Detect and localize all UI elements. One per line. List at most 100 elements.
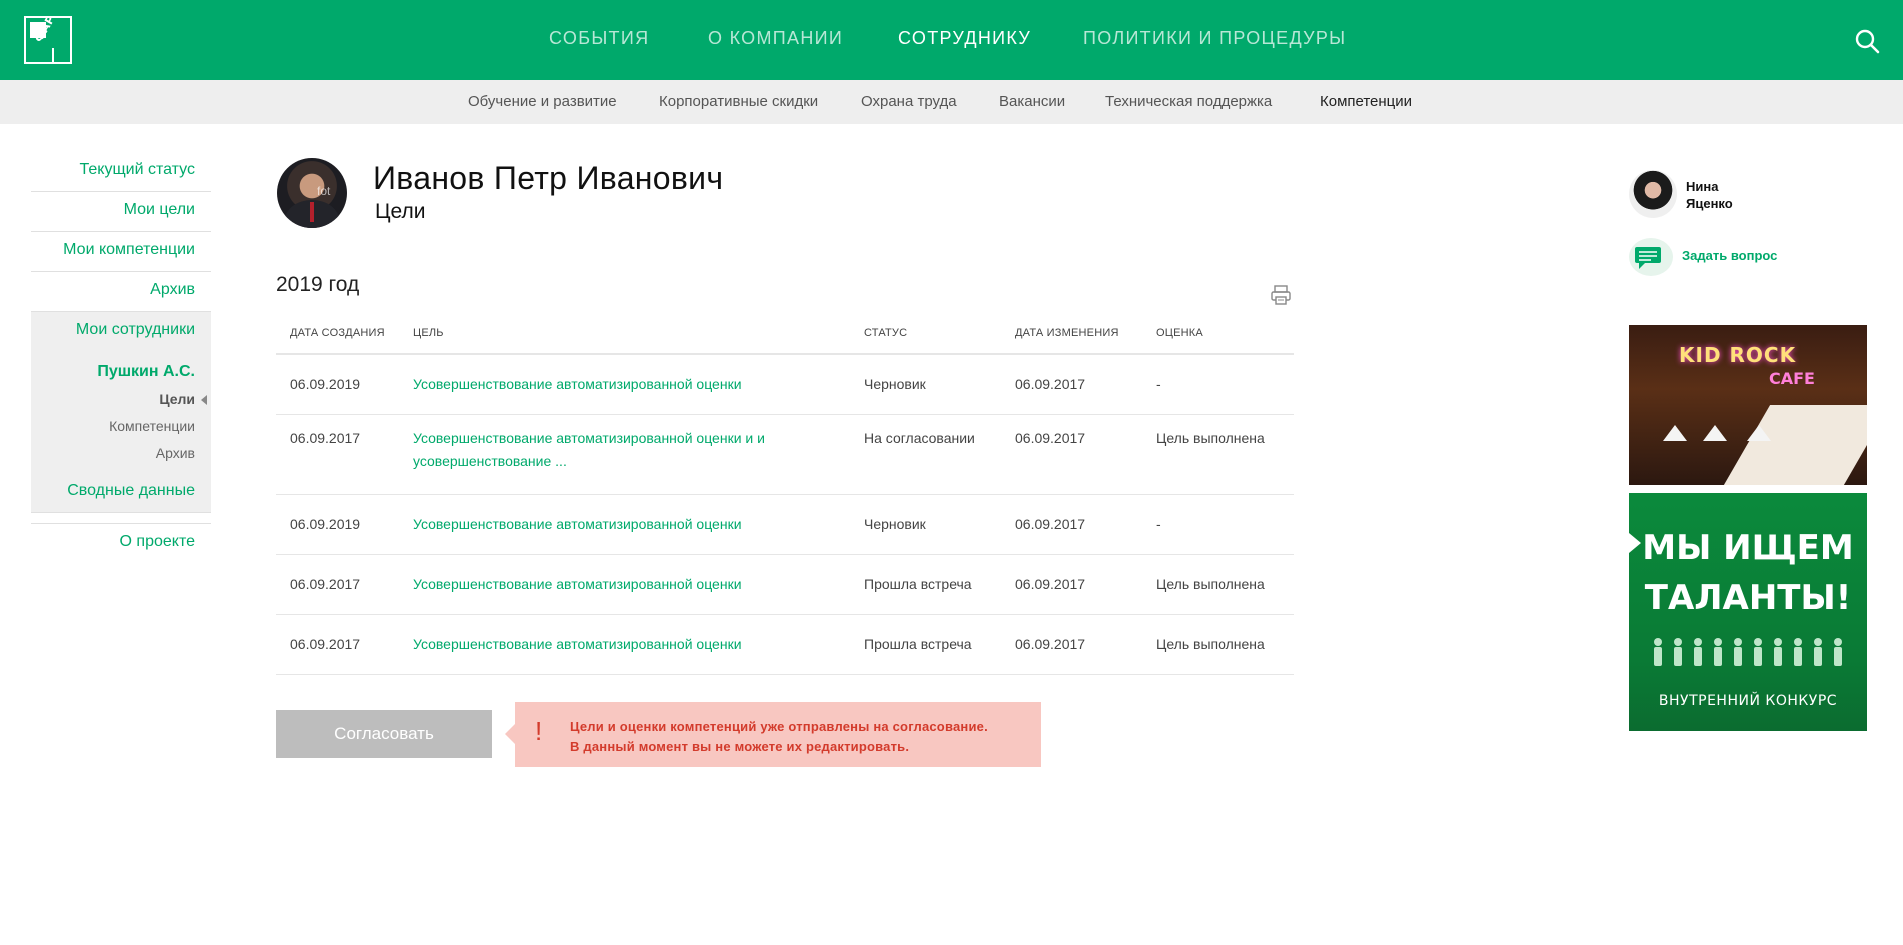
warning-line-1: Цели и оценки компетенций уже отправлены… xyxy=(570,719,988,734)
cell-score: Цель выполнена xyxy=(1156,614,1294,675)
cell-created: 06.09.2017 xyxy=(276,614,413,675)
year-heading: 2019 год xyxy=(276,273,360,296)
contact-avatar xyxy=(1629,170,1677,218)
cell-status: Прошла встреча xyxy=(864,554,1015,615)
cell-changed: 06.09.2017 xyxy=(1015,614,1156,675)
search-icon[interactable] xyxy=(1854,28,1880,54)
warning-icon: ! xyxy=(535,716,543,746)
subnav-item-support[interactable]: Техническая поддержка xyxy=(1105,93,1272,110)
nav-item-events[interactable]: СОБЫТИЯ xyxy=(549,28,649,49)
column-header-created[interactable]: ДАТА СОЗДАНИЯ xyxy=(276,312,413,355)
warning-alert: ! Цели и оценки компетенций уже отправле… xyxy=(505,702,1041,767)
goal-link[interactable]: Усовершенствование автоматизированной оц… xyxy=(413,513,783,535)
cafe-banner-shape xyxy=(1723,405,1867,485)
column-header-status[interactable]: СТАТУС xyxy=(864,312,1015,355)
sidebar-employee-goals-label: Цели xyxy=(159,391,195,407)
cell-created: 06.09.2017 xyxy=(276,554,413,615)
approve-button[interactable]: Согласовать xyxy=(276,710,492,758)
active-caret-icon xyxy=(201,395,207,406)
contact-first-name: Нина xyxy=(1686,179,1719,194)
table-row: 06.09.2017 Усовершенствование автоматизи… xyxy=(276,414,1294,495)
talent-banner[interactable]: МЫ ИЩЕМ ТАЛАНТЫ! ВНУТРЕННИЙ КОНКУРС xyxy=(1629,493,1867,731)
column-header-score[interactable]: ОЦЕНКА xyxy=(1156,312,1294,355)
page-title: Иванов Петр Иванович xyxy=(373,160,724,196)
column-header-changed[interactable]: ДАТА ИЗМЕНЕНИЯ xyxy=(1015,312,1156,355)
decor-star-icon xyxy=(1703,425,1727,441)
cell-changed: 06.09.2017 xyxy=(1015,414,1156,495)
sidebar-item-current-status[interactable]: Текущий статус xyxy=(31,152,211,192)
goal-link[interactable]: Усовершенствование автоматизированной оц… xyxy=(413,427,783,473)
nav-item-company[interactable]: О КОМПАНИИ xyxy=(708,28,843,49)
cell-goal: Усовершенствование автоматизированной оц… xyxy=(413,554,864,615)
sidebar-item-summary[interactable]: Сводные данные xyxy=(31,473,211,513)
goal-link[interactable]: Усовершенствование автоматизированной оц… xyxy=(413,573,783,595)
cell-changed: 06.09.2017 xyxy=(1015,554,1156,615)
cafe-banner[interactable]: KID ROCK CAFE xyxy=(1629,325,1867,485)
goal-link[interactable]: Усовершенствование автоматизированной оц… xyxy=(413,373,783,395)
goals-table: ДАТА СОЗДАНИЯ ЦЕЛЬ СТАТУС ДАТА ИЗМЕНЕНИЯ… xyxy=(276,312,1294,675)
cafe-banner-title: KID ROCK xyxy=(1679,343,1797,367)
sidebar-item-my-employees[interactable]: Мои сотрудники xyxy=(31,312,211,352)
cell-goal: Усовершенствование автоматизированной оц… xyxy=(413,494,864,555)
subnav-item-training[interactable]: Обучение и развитие xyxy=(468,93,617,110)
cell-goal: Усовершенствование автоматизированной оц… xyxy=(413,414,864,495)
nav-item-employee[interactable]: СОТРУДНИКУ xyxy=(898,28,1031,49)
people-icon xyxy=(1654,638,1842,666)
subnav-item-safety[interactable]: Охрана труда xyxy=(861,93,957,110)
cell-score: Цель выполнена xyxy=(1156,414,1294,495)
cell-status: Черновик xyxy=(864,494,1015,555)
sidebar-item-my-competencies[interactable]: Мои компетенции xyxy=(31,232,211,272)
sidebar-employee-archive[interactable]: Архив xyxy=(31,440,195,467)
sidebar: Текущий статус Мои цели Мои компетенции … xyxy=(31,152,211,563)
cell-status: Прошла встреча xyxy=(864,614,1015,675)
cell-changed: 06.09.2017 xyxy=(1015,494,1156,555)
employee-avatar: fot xyxy=(277,158,347,228)
subnav-item-discounts[interactable]: Корпоративные скидки xyxy=(659,93,818,110)
sidebar-employee-name[interactable]: Пушкин А.С. xyxy=(31,358,195,386)
chat-bubble-icon xyxy=(1635,247,1661,269)
decor-star-icon xyxy=(1747,425,1771,441)
talent-banner-title: МЫ ИЩЕМ ТАЛАНТЫ! xyxy=(1629,523,1867,623)
ask-question-link[interactable]: Задать вопрос xyxy=(1682,248,1777,263)
cell-goal: Усовершенствование автоматизированной оц… xyxy=(413,354,864,415)
contact-name: Нина Яценко xyxy=(1686,178,1733,212)
sidebar-item-my-goals[interactable]: Мои цели xyxy=(31,192,211,232)
sub-navigation-bar: Обучение и развитие Корпоративные скидки… xyxy=(0,80,1903,124)
sidebar-employee-competencies[interactable]: Компетенции xyxy=(31,413,195,440)
column-header-goal[interactable]: ЦЕЛЬ xyxy=(413,312,864,355)
top-navigation-bar: ФАРМ СОБЫТИЯ О КОМПАНИИ СОТРУДНИКУ ПОЛИТ… xyxy=(0,0,1903,80)
table-row: 06.09.2017 Усовершенствование автоматизи… xyxy=(276,554,1294,615)
nav-item-policies[interactable]: ПОЛИТИКИ И ПРОЦЕДУРЫ xyxy=(1083,28,1346,49)
cell-goal: Усовершенствование автоматизированной оц… xyxy=(413,614,864,675)
main-nav: СОБЫТИЯ О КОМПАНИИ СОТРУДНИКУ ПОЛИТИКИ И… xyxy=(0,0,1903,80)
avatar-tie xyxy=(310,202,314,222)
talent-banner-line-1: МЫ ИЩЕМ xyxy=(1642,528,1854,568)
cell-created: 06.09.2017 xyxy=(276,414,413,495)
cell-created: 06.09.2019 xyxy=(276,494,413,555)
cell-created: 06.09.2019 xyxy=(276,354,413,415)
subnav-item-competencies[interactable]: Компетенции xyxy=(1320,93,1412,110)
table-header-row: ДАТА СОЗДАНИЯ ЦЕЛЬ СТАТУС ДАТА ИЗМЕНЕНИЯ… xyxy=(276,312,1294,355)
sidebar-employee-goals[interactable]: Цели xyxy=(31,386,207,413)
table-row: 06.09.2019 Усовершенствование автоматизи… xyxy=(276,354,1294,415)
decor-star-icon xyxy=(1663,425,1687,441)
avatar-caption: fot xyxy=(317,184,331,198)
sidebar-employee-group: Пушкин А.С. Цели Компетенции Архив xyxy=(31,352,211,473)
page-subtitle: Цели xyxy=(375,200,426,223)
subnav-item-vacancies[interactable]: Вакансии xyxy=(999,93,1065,110)
cell-changed: 06.09.2017 xyxy=(1015,354,1156,415)
table-row: 06.09.2019 Усовершенствование автоматизи… xyxy=(276,494,1294,555)
cafe-banner-subtitle: CAFE xyxy=(1769,369,1815,388)
sidebar-item-archive[interactable]: Архив xyxy=(31,272,211,312)
sidebar-item-about-project[interactable]: О проекте xyxy=(31,523,211,563)
table-row: 06.09.2017 Усовершенствование автоматизи… xyxy=(276,614,1294,675)
cell-status: Черновик xyxy=(864,354,1015,415)
cell-score: - xyxy=(1156,354,1294,415)
cell-score: Цель выполнена xyxy=(1156,554,1294,615)
cell-status: На согласовании xyxy=(864,414,1015,495)
cell-score: - xyxy=(1156,494,1294,555)
chat-icon[interactable] xyxy=(1629,238,1673,276)
warning-message: Цели и оценки компетенций уже отправлены… xyxy=(570,717,988,757)
print-icon[interactable] xyxy=(1270,284,1292,306)
goal-link[interactable]: Усовершенствование автоматизированной оц… xyxy=(413,633,783,655)
